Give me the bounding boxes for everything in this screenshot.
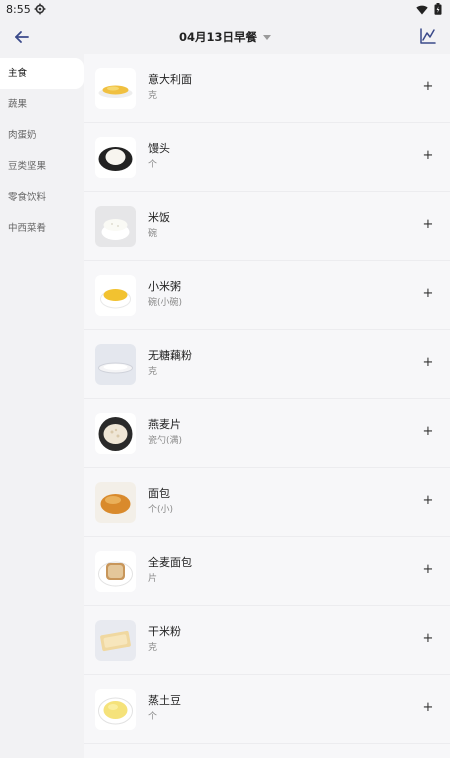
- add-button[interactable]: +: [420, 700, 436, 716]
- add-button[interactable]: +: [420, 217, 436, 233]
- add-button[interactable]: +: [420, 424, 436, 440]
- millet-porridge-image: [95, 275, 136, 316]
- category-dishes[interactable]: 中西菜肴: [0, 213, 84, 244]
- food-item-bread[interactable]: 面包 个(小) +: [84, 468, 450, 537]
- food-name: 全麦面包: [148, 556, 192, 569]
- food-name: 米饭: [148, 211, 170, 224]
- food-item-millet-porridge[interactable]: 小米粥 碗(小碗) +: [84, 261, 450, 330]
- meal-selector[interactable]: 04月13日早餐: [150, 28, 300, 46]
- rice-image: [95, 206, 136, 247]
- category-beans-nuts[interactable]: 豆类坚果: [0, 151, 84, 182]
- add-button[interactable]: +: [420, 631, 436, 647]
- food-unit: 个: [148, 160, 158, 170]
- add-button[interactable]: +: [420, 286, 436, 302]
- bread-image: [95, 482, 136, 523]
- food-unit: 个: [148, 712, 158, 722]
- oatmeal-image: [95, 413, 136, 454]
- category-sidebar: 主食 蔬果 肉蛋奶 豆类坚果 零食饮料 中西菜肴: [0, 54, 84, 758]
- steamed-potato-image: [95, 689, 136, 730]
- food-name: 燕麦片: [148, 418, 181, 431]
- food-item-pasta[interactable]: 意大利面 克 +: [84, 54, 450, 123]
- food-name: 蒸土豆: [148, 694, 181, 707]
- food-item-oatmeal[interactable]: 燕麦片 瓷勺(满) +: [84, 399, 450, 468]
- line-chart-icon[interactable]: [418, 26, 438, 46]
- add-button[interactable]: +: [420, 355, 436, 371]
- arrow-left-icon[interactable]: [12, 27, 32, 47]
- category-meat-egg-dairy[interactable]: 肉蛋奶: [0, 120, 84, 151]
- food-name: 馒头: [148, 142, 170, 155]
- add-button[interactable]: +: [420, 79, 436, 95]
- status-bar: 8:55: [0, 0, 450, 20]
- top-app-bar: 04月13日早餐: [0, 20, 450, 54]
- food-unit: 碗(小碗): [148, 298, 183, 308]
- battery-icon: [434, 3, 442, 15]
- lotus-root-powder-image: [95, 344, 136, 385]
- food-item-steamed-potato[interactable]: 蒸土豆 个 +: [84, 675, 450, 744]
- category-vegetables-fruits[interactable]: 蔬果: [0, 89, 84, 120]
- food-item-steamed-bun[interactable]: 馒头 个 +: [84, 123, 450, 192]
- category-snacks-drinks[interactable]: 零食饮料: [0, 182, 84, 213]
- food-item-rice-noodles[interactable]: 干米粉 克 +: [84, 606, 450, 675]
- food-unit: 碗: [148, 229, 158, 239]
- food-item-lotus-root-powder[interactable]: 无糖藕粉 克 +: [84, 330, 450, 399]
- wifi-icon: [416, 5, 428, 14]
- food-name: 无糖藕粉: [148, 349, 192, 362]
- status-icons: [416, 3, 442, 15]
- whole-wheat-bread-image: [95, 551, 136, 592]
- food-list: 意大利面 克 + 馒头 个 + 米饭 碗 + 小米粥 碗(小碗) + 无糖藕粉 …: [84, 54, 450, 758]
- food-unit: 瓷勺(满): [148, 436, 183, 446]
- add-button[interactable]: +: [420, 148, 436, 164]
- steamed-bun-image: [95, 137, 136, 178]
- food-item-whole-wheat-bread[interactable]: 全麦面包 片 +: [84, 537, 450, 606]
- add-button[interactable]: +: [420, 562, 436, 578]
- status-time: 8:55: [6, 3, 31, 16]
- food-unit: 片: [148, 574, 158, 584]
- chevron-down-icon: [263, 34, 271, 40]
- food-unit: 克: [148, 91, 158, 101]
- food-name: 干米粉: [148, 625, 181, 638]
- rice-noodles-image: [95, 620, 136, 661]
- pasta-image: [95, 68, 136, 109]
- food-name: 小米粥: [148, 280, 181, 293]
- food-name: 面包: [148, 487, 170, 500]
- add-button[interactable]: +: [420, 493, 436, 509]
- page-title: 04月13日早餐: [178, 30, 257, 44]
- gear-icon: [34, 3, 46, 15]
- food-name: 意大利面: [148, 73, 192, 86]
- category-staple-food[interactable]: 主食: [0, 58, 84, 89]
- food-unit: 克: [148, 643, 158, 653]
- divider: [84, 743, 450, 744]
- food-unit: 个(小): [148, 505, 174, 515]
- food-unit: 克: [148, 367, 158, 377]
- food-item-rice[interactable]: 米饭 碗 +: [84, 192, 450, 261]
